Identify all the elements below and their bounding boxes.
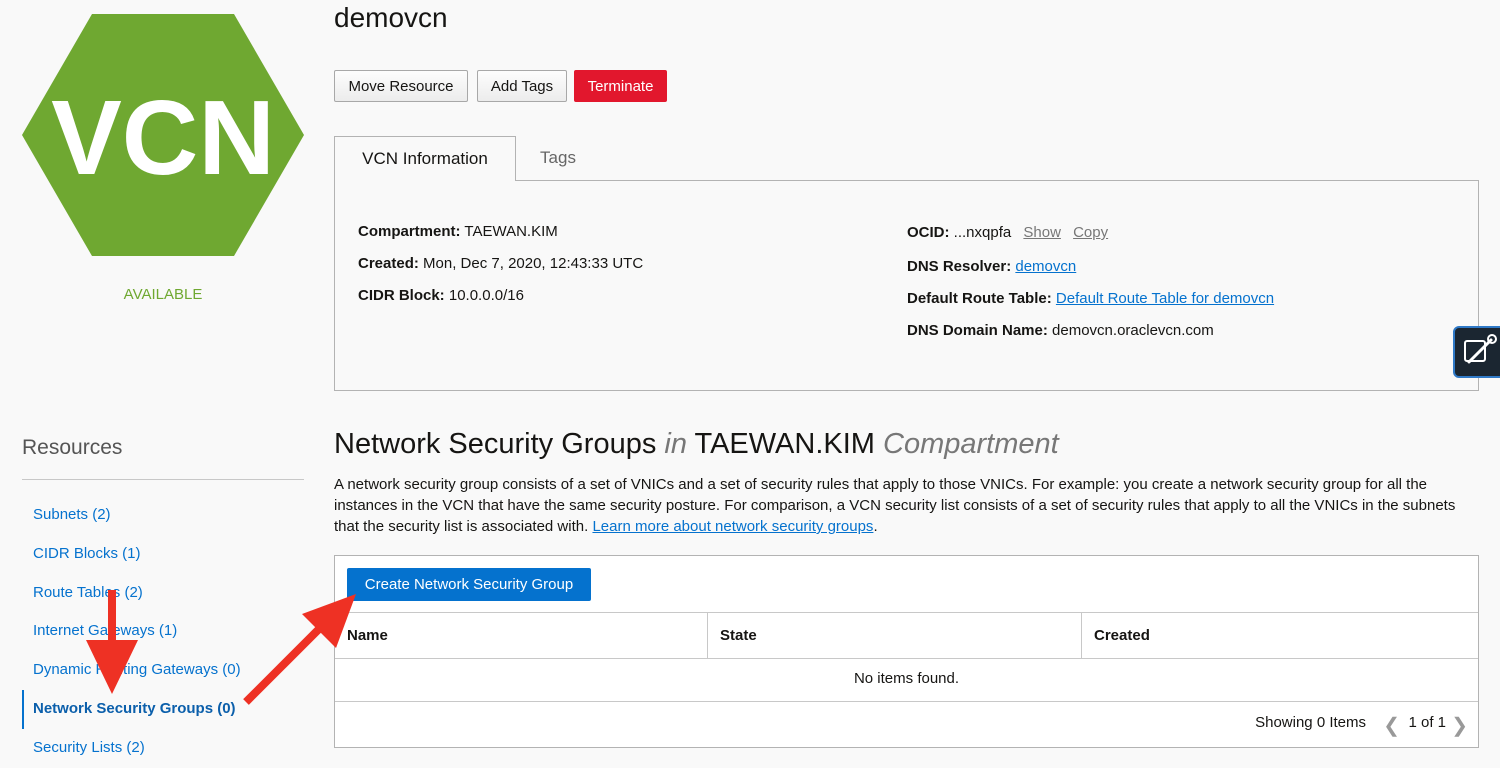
learn-more-link[interactable]: Learn more about network security groups xyxy=(592,518,873,535)
page-indicator: 1 of 1 xyxy=(1408,714,1446,731)
resources-list: Subnets (2) CIDR Blocks (1) Route Tables… xyxy=(22,496,312,768)
compartment-label: Compartment: xyxy=(358,223,461,240)
route-table-field: Default Route Table: Default Route Table… xyxy=(907,290,1274,307)
terminate-button[interactable]: Terminate xyxy=(574,70,667,102)
compartment-value: TAEWAN.KIM xyxy=(464,223,558,240)
page-title: demovcn xyxy=(334,2,448,33)
resources-divider xyxy=(22,479,304,480)
dns-resolver-label: DNS Resolver: xyxy=(907,258,1012,275)
ocid-label: OCID: xyxy=(907,224,950,241)
created-value: Mon, Dec 7, 2020, 12:43:33 UTC xyxy=(423,255,644,272)
created-field: Created: Mon, Dec 7, 2020, 12:43:33 UTC xyxy=(358,255,643,272)
resource-item-route-tables[interactable]: Route Tables (2) xyxy=(22,574,312,613)
tab-vcn-information[interactable]: VCN Information xyxy=(334,136,516,181)
dns-domain-label: DNS Domain Name: xyxy=(907,322,1048,339)
next-page-icon[interactable]: ❯ xyxy=(1451,713,1468,738)
column-header-state[interactable]: State xyxy=(708,613,1082,658)
vcn-logo-text: VCN xyxy=(51,79,275,197)
dns-domain-value: demovcn.oraclevcn.com xyxy=(1052,322,1214,339)
resource-item-dynamic-routing-gateways[interactable]: Dynamic Routing Gateways (0) xyxy=(22,651,312,690)
vcn-logo: VCN xyxy=(22,14,304,256)
add-tags-button[interactable]: Add Tags xyxy=(477,70,567,102)
section-title-in: in xyxy=(664,428,687,460)
section-description-text: A network security group consists of a s… xyxy=(334,476,1456,535)
empty-message: No items found. xyxy=(335,657,1478,702)
dns-resolver-link[interactable]: demovcn xyxy=(1015,258,1076,275)
resource-item-network-security-groups[interactable]: Network Security Groups (0) xyxy=(22,689,312,729)
section-title-main: Network Security Groups xyxy=(334,428,657,460)
cidr-field: CIDR Block: 10.0.0.0/16 xyxy=(358,287,524,304)
created-label: Created: xyxy=(358,255,419,272)
route-table-link[interactable]: Default Route Table for demovcn xyxy=(1056,290,1274,307)
resource-item-cidr-blocks[interactable]: CIDR Blocks (1) xyxy=(22,535,312,574)
developer-tools-button[interactable] xyxy=(1453,326,1500,378)
table-footer: Showing 0 Items ❮ 1 of 1 ❯ xyxy=(335,701,1478,747)
cidr-label: CIDR Block: xyxy=(358,287,445,304)
ocid-copy-link[interactable]: Copy xyxy=(1073,224,1108,241)
cidr-value: 10.0.0.0/16 xyxy=(448,287,524,304)
column-header-created[interactable]: Created xyxy=(1082,613,1478,658)
resource-item-internet-gateways[interactable]: Internet Gateways (1) xyxy=(22,612,312,651)
dns-resolver-field: DNS Resolver: demovcn xyxy=(907,258,1076,275)
ocid-field: OCID: ...nxqpfa Show Copy xyxy=(907,224,1108,241)
tools-icon xyxy=(1464,334,1497,364)
column-header-name[interactable]: Name xyxy=(335,613,708,658)
create-network-security-group-button[interactable]: Create Network Security Group xyxy=(347,568,591,601)
section-description: A network security group consists of a s… xyxy=(334,476,1456,535)
prev-page-icon[interactable]: ❮ xyxy=(1383,713,1400,738)
compartment-field: Compartment: TAEWAN.KIM xyxy=(358,223,558,240)
resource-item-subnets[interactable]: Subnets (2) xyxy=(22,496,312,535)
ocid-show-link[interactable]: Show xyxy=(1023,224,1061,241)
nsg-table: Create Network Security Group Name State… xyxy=(334,555,1479,748)
vcn-info-panel: Compartment: TAEWAN.KIM Created: Mon, De… xyxy=(334,180,1479,391)
showing-count: Showing 0 Items xyxy=(1255,714,1366,731)
status-label: AVAILABLE xyxy=(123,286,203,303)
dns-domain-field: DNS Domain Name: demovcn.oraclevcn.com xyxy=(907,322,1214,339)
ocid-value: ...nxqpfa xyxy=(953,224,1012,241)
section-title-compartment: TAEWAN.KIM xyxy=(694,428,875,460)
section-title: Network Security Groups in TAEWAN.KIM Co… xyxy=(334,428,1059,461)
tab-tags[interactable]: Tags xyxy=(516,136,600,180)
resources-title: Resources xyxy=(22,436,123,459)
table-header-row: Name State Created xyxy=(335,612,1478,659)
route-table-label: Default Route Table: xyxy=(907,290,1052,307)
move-resource-button[interactable]: Move Resource xyxy=(334,70,468,102)
section-title-suffix: Compartment xyxy=(883,428,1059,460)
